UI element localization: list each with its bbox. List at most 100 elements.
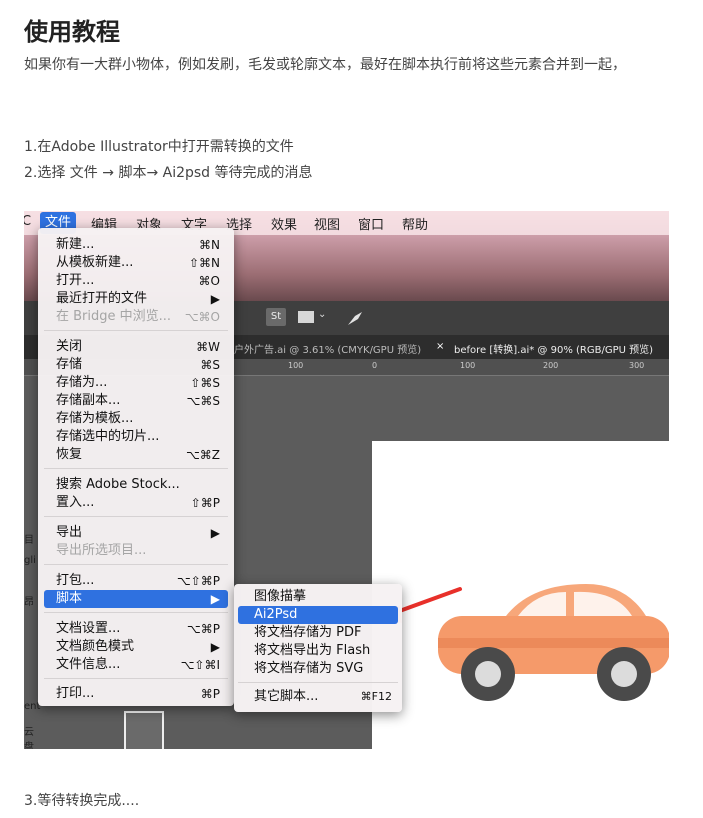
menu-item-label: 打印... (56, 686, 95, 701)
menu-item-label: 存储 (56, 357, 83, 372)
ruler-tick: 300 (629, 361, 645, 370)
menu-effect[interactable]: 效果 (271, 214, 297, 233)
menu-item-label: 搜索 Adobe Stock... (56, 477, 180, 492)
menu-separator (44, 516, 228, 517)
menu-item-label: 文档设置... (56, 621, 121, 636)
menu-item-package[interactable]: 打包... ⌥⇧⌘P (44, 572, 228, 590)
ruler-tick: 100 (288, 361, 304, 370)
menu-item-shortcut: ⌥⌘S (186, 394, 220, 408)
menu-item-browse-bridge: 在 Bridge 中浏览... ⌥⌘O (44, 308, 228, 326)
menu-separator (44, 678, 228, 679)
menu-item-shortcut: ⌥⇧⌘P (176, 574, 220, 588)
menu-item-label: 图像描摹 (254, 589, 307, 604)
menu-item-save-as-template[interactable]: 存储为模板... (44, 410, 228, 428)
menu-item-export-selection: 导出所选项目... (44, 542, 228, 560)
menu-item-label: 存储选中的切片... (56, 429, 160, 444)
submenu-arrow-icon: ▶ (210, 292, 220, 306)
menu-item-label: 存储为... (56, 375, 108, 390)
menu-item-label: 将文档存储为 PDF (254, 625, 362, 640)
menu-item-label: 导出 (56, 525, 83, 540)
menu-item-shortcut: ⇧⌘S (190, 376, 220, 390)
menu-view[interactable]: 视图 (314, 214, 340, 233)
chevron-down-icon[interactable]: ⌄ (318, 309, 326, 320)
submenu-item-save-pdf[interactable]: 将文档存储为 PDF (238, 624, 398, 642)
menu-item-print[interactable]: 打印... ⌘P (44, 685, 228, 703)
submenu-item-save-svg[interactable]: 将文档存储为 SVG (238, 660, 398, 678)
feather-icon[interactable] (346, 310, 364, 326)
submenu-item-export-flash[interactable]: 将文档导出为 Flash (238, 642, 398, 660)
menu-item-label: 打开... (56, 273, 95, 288)
panel-label: 云盘 (24, 727, 34, 749)
panel-label: 目 (24, 535, 34, 546)
menu-item-label: 将文档导出为 Flash (254, 643, 371, 658)
menu-item-shortcut: ⌘F12 (360, 690, 392, 703)
menu-item-save-slices[interactable]: 存储选中的切片... (44, 428, 228, 446)
menu-help[interactable]: 帮助 (402, 214, 428, 233)
menu-item-place[interactable]: 置入... ⇧⌘P (44, 494, 228, 512)
scripts-submenu: 图像描摹 Ai2Psd 将文档存储为 PDF 将文档导出为 Flash 将文档存… (234, 584, 402, 712)
menu-item-label: 最近打开的文件 (56, 291, 148, 306)
menu-separator (44, 468, 228, 469)
step-2: 2.选择 文件 → 脚本→ Ai2psd 等待完成的消息 (24, 165, 313, 181)
menu-item-save-as[interactable]: 存储为... ⇧⌘S (44, 374, 228, 392)
menu-item-revert[interactable]: 恢复 ⌥⌘Z (44, 446, 228, 464)
menu-item-shortcut: ⌘S (200, 358, 220, 372)
close-icon[interactable]: × (436, 341, 444, 352)
submenu-item-other-scripts[interactable]: 其它脚本... ⌘F12 (238, 688, 398, 706)
menu-item-open[interactable]: 打开... ⌘O (44, 272, 228, 290)
menu-separator (44, 330, 228, 331)
menu-item-label: 存储副本... (56, 393, 121, 408)
arrange-documents-icon[interactable] (298, 311, 314, 323)
menu-item-label: 文件信息... (56, 657, 121, 672)
menu-item-save-copy[interactable]: 存储副本... ⌥⌘S (44, 392, 228, 410)
menu-item-export[interactable]: 导出 ▶ (44, 524, 228, 542)
menu-item-search-stock[interactable]: 搜索 Adobe Stock... (44, 476, 228, 494)
file-menu: 新建... ⌘N 从模板新建... ⇧⌘N 打开... ⌘O 最近打开的文件 ▶ 在 B… (38, 228, 234, 706)
menu-item-label: 关闭 (56, 339, 83, 354)
ruler-tick: 100 (460, 361, 476, 370)
car-illustration (438, 584, 669, 701)
menu-item-shortcut: ⌥⌘P (186, 622, 220, 636)
menu-item-label: 打包... (56, 573, 95, 588)
submenu-item-ai2psd[interactable]: Ai2Psd (238, 606, 398, 624)
menu-separator (44, 564, 228, 565)
menu-item-document-setup[interactable]: 文档设置... ⌥⌘P (44, 620, 228, 638)
menu-item-label: 存储为模板... (56, 411, 134, 426)
menu-item-color-mode[interactable]: 文档颜色模式 ▶ (44, 638, 228, 656)
menu-item-shortcut: ⇧⌘N (188, 256, 220, 270)
menu-item-scripts[interactable]: 脚本 ▶ (44, 590, 228, 608)
menu-item-label: 其它脚本... (254, 689, 319, 704)
menu-item-shortcut: ⌘N (199, 238, 220, 252)
menu-item-new-from-template[interactable]: 从模板新建... ⇧⌘N (44, 254, 228, 272)
panel-label: gli (24, 555, 36, 566)
menu-window[interactable]: 窗口 (358, 214, 384, 233)
submenu-item-image-trace[interactable]: 图像描摹 (238, 588, 398, 606)
menu-item-label: 在 Bridge 中浏览... (56, 309, 172, 324)
apple-menu[interactable]: C (24, 214, 31, 229)
menu-item-label: 脚本 (56, 591, 83, 606)
page-title: 使用教程 (24, 18, 120, 46)
step-1: 1.在Adobe Illustrator中打开需转换的文件 (24, 139, 294, 155)
menu-item-shortcut: ⌥⌘O (184, 310, 220, 324)
menu-item-close[interactable]: 关闭 ⌘W (44, 338, 228, 356)
menu-item-shortcut: ⌥⌘Z (185, 448, 220, 462)
fill-color-swatch[interactable] (124, 711, 164, 749)
stock-button[interactable]: St (266, 308, 286, 326)
tab-before[interactable]: before [转换].ai* @ 90% (RGB/GPU 预览) (454, 341, 653, 356)
menu-item-save[interactable]: 存储 ⌘S (44, 356, 228, 374)
menu-item-shortcut: ⌥⇧⌘I (180, 658, 220, 672)
illustrator-screenshot: C 文件 编辑 对象 文字 选择 效果 视图 窗口 帮助 St ⌄ 户外广告.a… (24, 211, 669, 749)
menu-item-file-info[interactable]: 文件信息... ⌥⇧⌘I (44, 656, 228, 674)
ruler-tick: 200 (543, 361, 559, 370)
menu-item-shortcut: ⌘O (198, 274, 220, 288)
menu-item-new[interactable]: 新建... ⌘N (44, 236, 228, 254)
menu-item-shortcut: ⌘P (200, 687, 220, 701)
menu-item-label: 导出所选项目... (56, 543, 147, 558)
menu-item-label: 文档颜色模式 (56, 639, 135, 654)
menu-item-label: 恢复 (56, 447, 83, 462)
tab-outdoor-ad[interactable]: 户外广告.ai @ 3.61% (CMYK/GPU 预览) (234, 341, 421, 356)
submenu-arrow-icon: ▶ (210, 640, 220, 654)
menu-item-recent[interactable]: 最近打开的文件 ▶ (44, 290, 228, 308)
step-3: 3.等待转换完成.... (24, 793, 140, 809)
submenu-arrow-icon: ▶ (210, 526, 220, 540)
